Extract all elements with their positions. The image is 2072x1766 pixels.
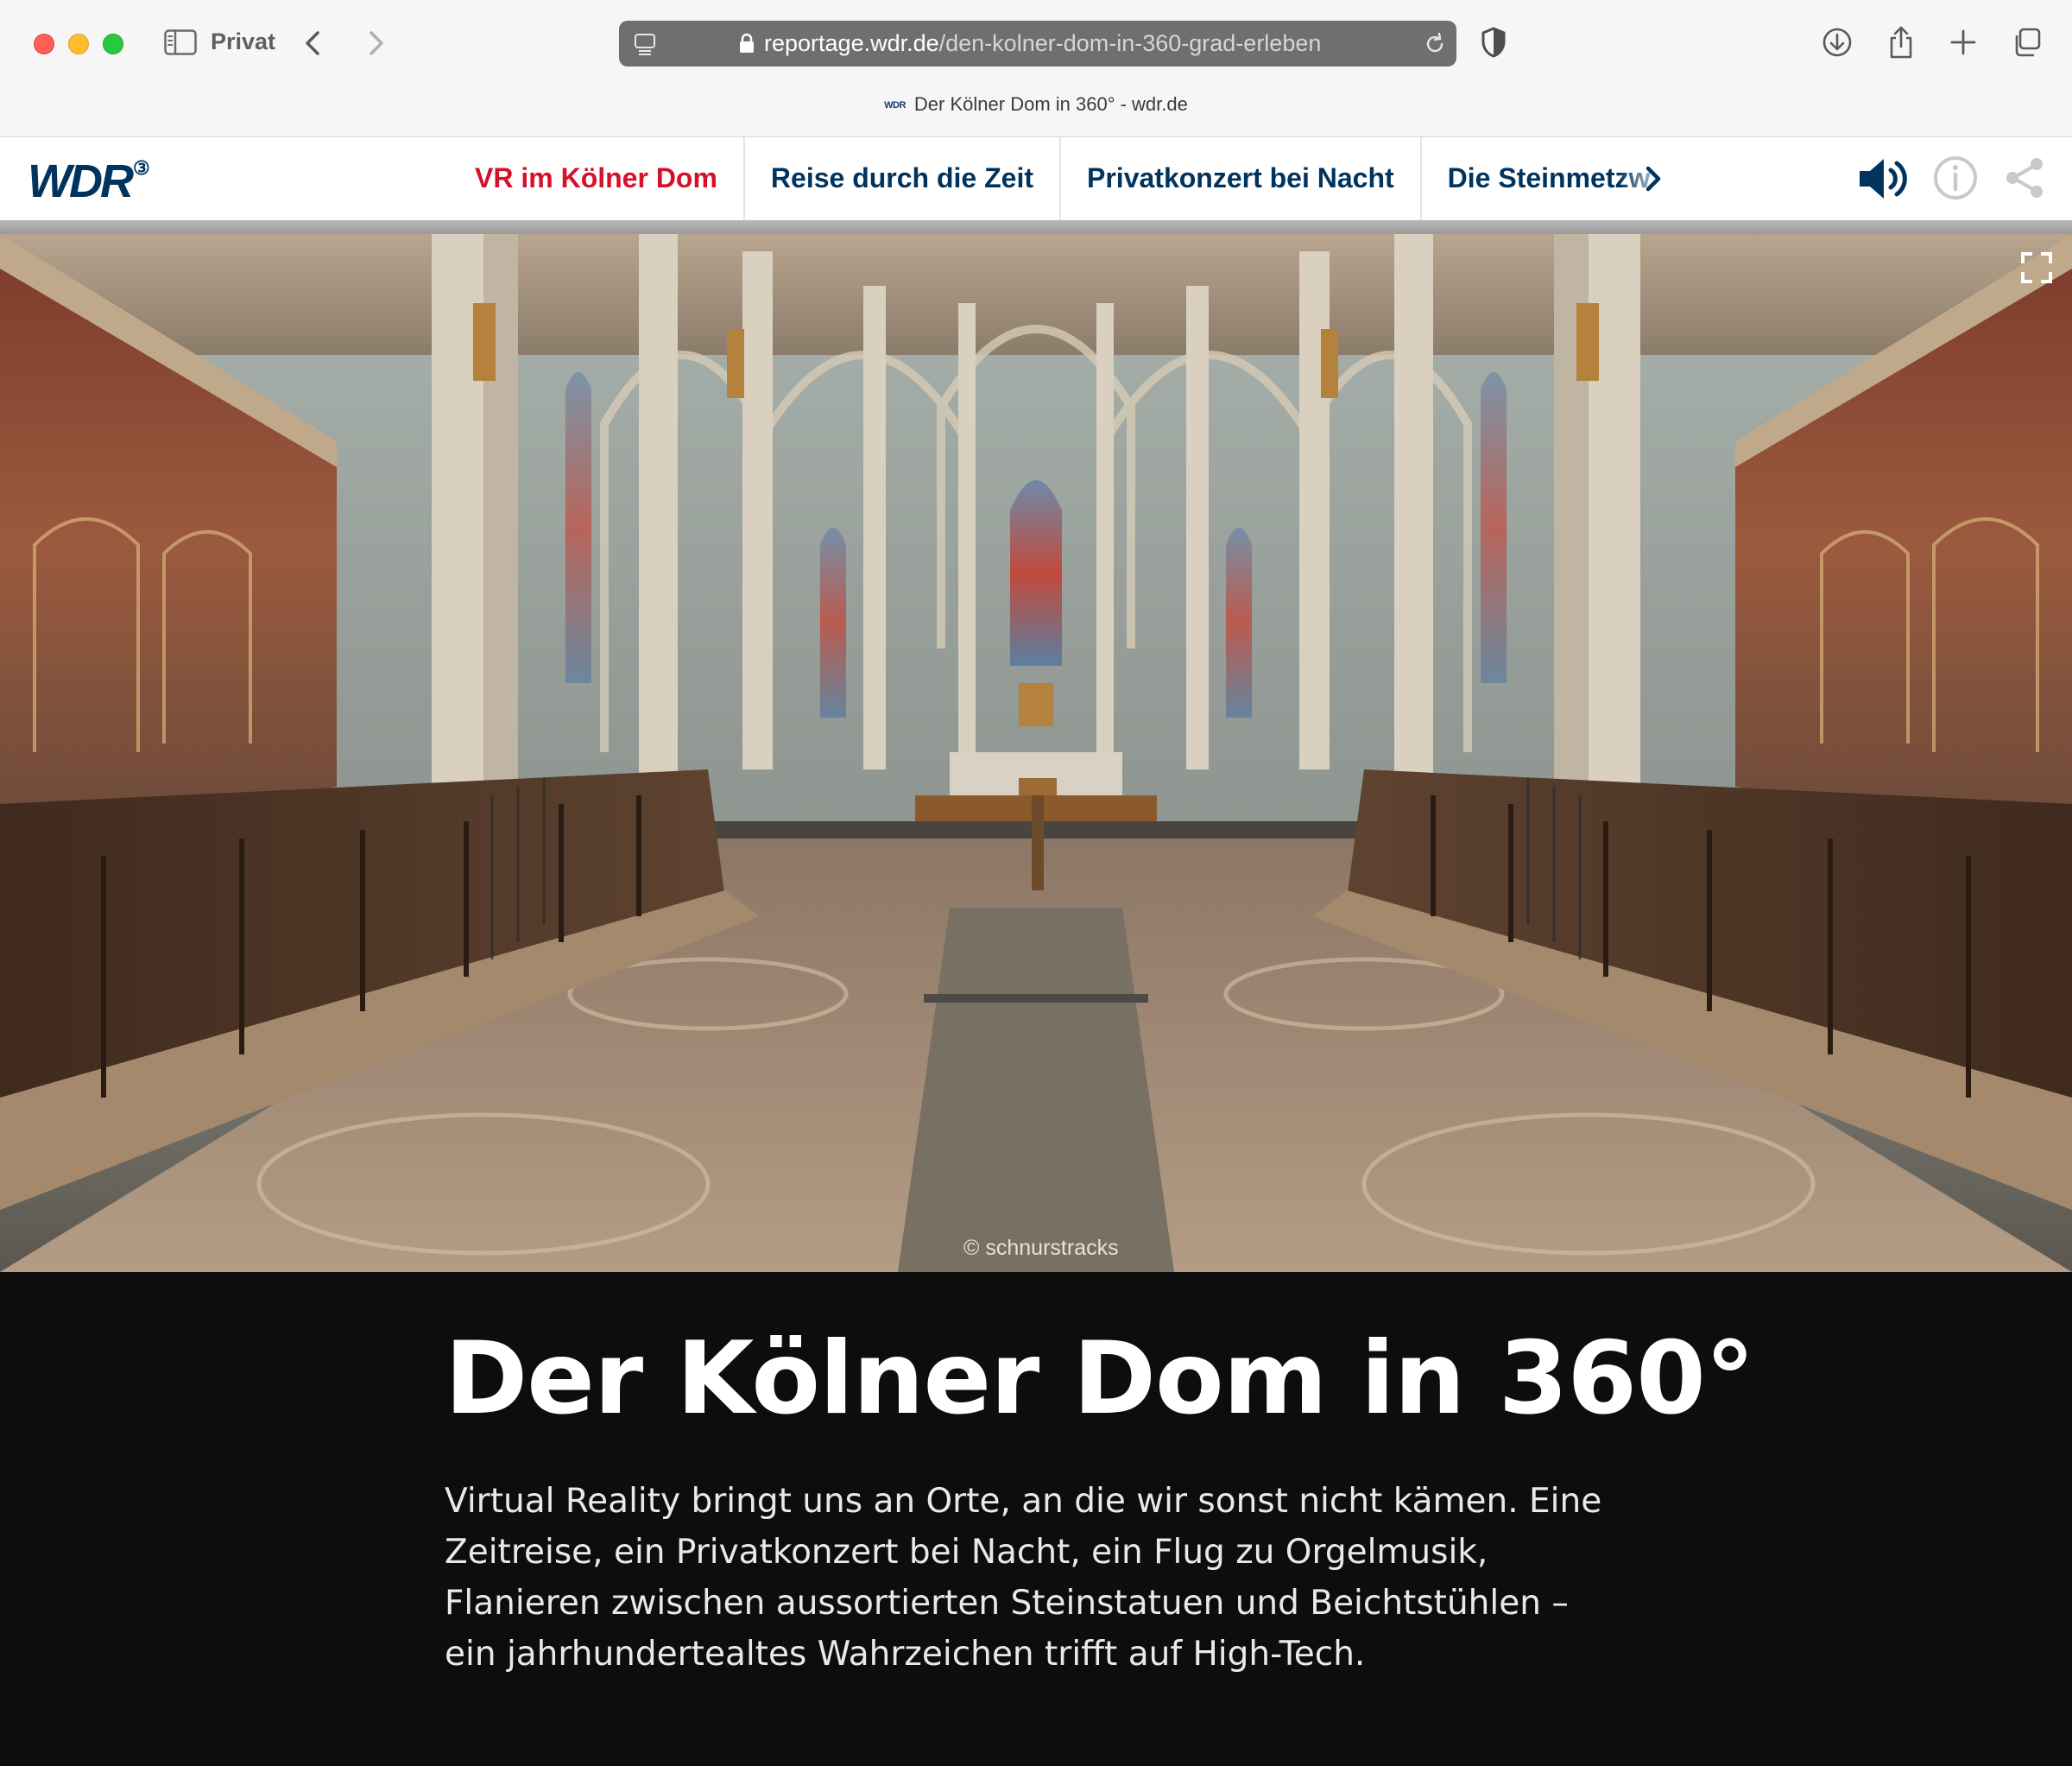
url-path: /den-kolner-dom-in-360-grad-erleben: [938, 30, 1322, 56]
tab-title[interactable]: WDR Der Kölner Dom in 360° - wdr.de: [0, 93, 2072, 116]
tab-title-text: Der Kölner Dom in 360° - wdr.de: [913, 93, 1188, 115]
fullscreen-icon[interactable]: [2020, 251, 2053, 284]
ard-mark: ③: [132, 157, 150, 179]
privacy-shield-icon[interactable]: [1480, 26, 1507, 59]
wdr-logo-text: WDR: [28, 155, 134, 207]
info-icon[interactable]: [1932, 155, 1979, 201]
photo-credit: © schnurstracks: [963, 1236, 1119, 1260]
share-page-icon[interactable]: [1884, 24, 1918, 60]
address-bar[interactable]: reportage.wdr.de/den-kolner-dom-in-360-g…: [619, 21, 1456, 66]
nav-item-vr-im-koelner-dom[interactable]: VR im Kölner Dom: [449, 137, 743, 220]
reload-icon[interactable]: [1422, 31, 1448, 57]
page-title: Der Kölner Dom in 360°: [445, 1320, 1755, 1437]
back-icon[interactable]: [300, 26, 326, 60]
minimize-window-button[interactable]: [68, 34, 89, 54]
browser-toolbar: Privat reportage.wdr.de/den-kolner-dom-i…: [0, 0, 2072, 137]
tab-favicon: WDR: [884, 100, 906, 111]
nav-item-reise-durch-die-zeit[interactable]: Reise durch die Zeit: [742, 137, 1059, 220]
lock-icon: [740, 33, 754, 53]
page-menu-icon[interactable]: [633, 31, 659, 57]
url-host: reportage.wdr.de: [764, 30, 939, 56]
site-header: WDR③ VR im Kölner Dom Reise durch die Ze…: [0, 137, 2072, 220]
new-tab-icon[interactable]: [1946, 24, 1980, 60]
tab-overview-icon[interactable]: [2010, 24, 2044, 60]
private-profile-label[interactable]: Privat: [211, 28, 275, 55]
panorama-viewer[interactable]: © schnurstracks: [0, 234, 2072, 1272]
sidebar-toggle-icon[interactable]: [164, 29, 197, 55]
cathedral-panorama-image: [0, 234, 2072, 1272]
downloads-icon[interactable]: [1820, 24, 1854, 60]
share-icon[interactable]: [2001, 155, 2048, 201]
url-text[interactable]: reportage.wdr.de/den-kolner-dom-in-360-g…: [764, 30, 1321, 57]
chapter-nav: VR im Kölner Dom Reise durch die Zeit Pr…: [449, 137, 1671, 220]
speaker-icon[interactable]: [1856, 155, 1913, 203]
wdr-logo[interactable]: WDR③: [28, 155, 150, 208]
intro-text: Virtual Reality bringt uns an Orte, an d…: [445, 1482, 1602, 1674]
header-divider: [0, 220, 2072, 234]
close-window-button[interactable]: [34, 34, 54, 54]
intro-section: Der Kölner Dom in 360° Virtual Reality b…: [0, 1272, 2072, 1766]
chevron-right-icon[interactable]: [1642, 163, 1665, 194]
nav-item-die-steinmetze[interactable]: Die Steinmetzw: [1419, 137, 1671, 220]
nav-item-privatkonzert-bei-nacht[interactable]: Privatkonzert bei Nacht: [1059, 137, 1420, 220]
forward-icon[interactable]: [363, 26, 388, 60]
zoom-window-button[interactable]: [103, 34, 123, 54]
